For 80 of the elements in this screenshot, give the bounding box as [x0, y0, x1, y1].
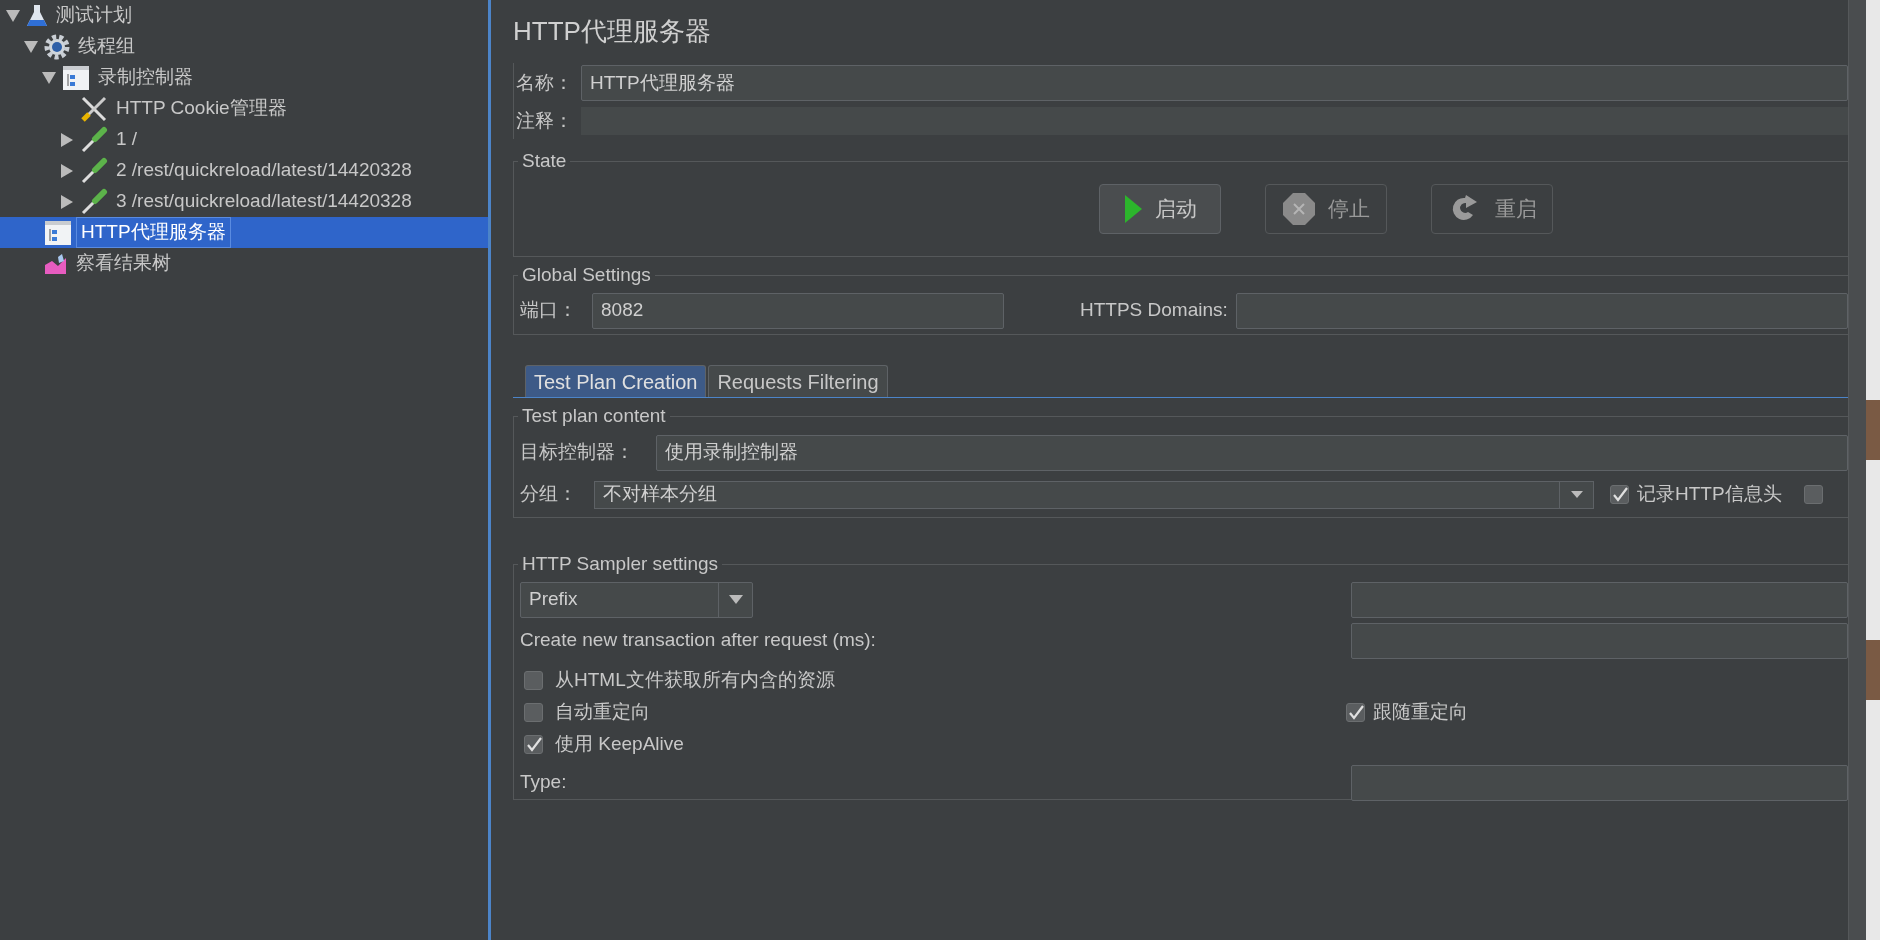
expanded-triangle-icon[interactable] — [42, 71, 56, 84]
checkbox[interactable] — [1610, 485, 1629, 504]
https-domains-field[interactable] — [1235, 292, 1848, 329]
grouping-dropdown[interactable]: 不对样本分组 — [594, 480, 1594, 509]
checkmark-icon — [525, 736, 542, 753]
option-label: 使用 KeepAlive — [555, 732, 684, 757]
checkmark-icon — [1611, 486, 1628, 503]
pipette-icon — [80, 187, 108, 216]
tree-item[interactable]: 录制控制器 — [0, 62, 488, 93]
controller-icon — [44, 219, 72, 246]
target-controller-label: 目标控制器： — [520, 440, 635, 465]
tree-item[interactable]: 线程组 — [0, 31, 488, 62]
transaction-field[interactable] — [1351, 622, 1848, 659]
collapsed-triangle-icon[interactable] — [61, 132, 73, 147]
tree-item-label: 2 /rest/quickreload/latest/14420328 — [115, 158, 413, 183]
tree-item-label: 线程组 — [77, 34, 136, 59]
grouping-label: 分组： — [520, 482, 578, 507]
comment-label: 注释： — [516, 108, 573, 133]
expanded-triangle-icon[interactable] — [24, 40, 38, 53]
tree-item-label: 察看结果树 — [75, 251, 172, 276]
name-label: 名称： — [516, 70, 573, 95]
checkbox[interactable] — [524, 735, 543, 754]
port-field[interactable]: 8082 — [592, 292, 1004, 329]
tree-item[interactable]: 测试计划 — [0, 0, 488, 31]
tab[interactable]: Requests Filtering — [708, 365, 888, 397]
type-label: Type: — [520, 770, 567, 795]
type-field[interactable] — [1351, 764, 1848, 801]
target-controller-field[interactable]: 使用录制控制器 — [656, 434, 1848, 471]
group-title: HTTP Sampler settings — [521, 552, 720, 576]
tree-item[interactable]: 1 / — [0, 124, 488, 155]
caret-icon — [1570, 491, 1583, 498]
tree-item[interactable]: 3 /rest/quickreload/latest/14420328 — [0, 186, 488, 217]
https-domains-label: HTTPS Domains: — [1080, 298, 1228, 323]
prefix-field[interactable] — [1351, 581, 1848, 618]
tree-item-label: 录制控制器 — [97, 65, 194, 90]
follow-redirects-label: 跟随重定向 — [1373, 700, 1468, 725]
checkbox[interactable] — [1803, 485, 1823, 504]
play-icon — [1123, 193, 1143, 224]
controller-icon — [62, 64, 90, 91]
option-label: 自动重定向 — [555, 700, 650, 725]
caret-icon — [728, 595, 743, 604]
naming-dropdown[interactable]: Prefix — [520, 581, 753, 618]
tree-item[interactable]: 2 /rest/quickreload/latest/14420328 — [0, 155, 488, 186]
checkbox[interactable] — [524, 671, 543, 690]
tree-item-label: 测试计划 — [55, 3, 133, 28]
tree-item-label: HTTP代理服务器 — [76, 217, 231, 248]
tab[interactable]: Test Plan Creation — [525, 365, 707, 397]
state-button[interactable]: 启动 — [1099, 183, 1221, 234]
checkbox[interactable] — [524, 703, 543, 722]
expanded-triangle-icon[interactable] — [6, 9, 20, 22]
tree-item-label: 3 /rest/quickreload/latest/14420328 — [115, 189, 413, 214]
checkbox[interactable] — [1346, 703, 1365, 722]
chart-icon — [44, 252, 68, 275]
tree-item[interactable]: HTTP代理服务器 — [0, 217, 488, 248]
tree-item[interactable]: 察看结果树 — [0, 248, 488, 279]
option-label: 从HTML文件获取所有内含的资源 — [555, 668, 835, 693]
tree-item[interactable]: HTTP Cookie管理器 — [0, 93, 488, 124]
collapsed-triangle-icon[interactable] — [61, 163, 73, 178]
photo-placeholder — [1866, 400, 1880, 460]
scrollbar[interactable] — [1848, 0, 1866, 940]
group-title: Test plan content — [521, 404, 667, 428]
pipette-icon — [80, 125, 108, 154]
record-headers-label: 记录HTTP信息头 — [1637, 482, 1782, 507]
transaction-label: Create new transaction after request (ms): — [520, 628, 876, 653]
tools-icon — [80, 94, 108, 123]
port-label: 端口： — [520, 298, 578, 323]
stop-icon — [1282, 191, 1316, 226]
name-field[interactable]: HTTP代理服务器 — [581, 65, 1848, 101]
photo-placeholder — [1866, 640, 1880, 700]
comment-field[interactable] — [581, 107, 1848, 135]
tree-item-label: 1 / — [115, 127, 139, 152]
group-title: State — [521, 149, 568, 173]
collapsed-triangle-icon[interactable] — [61, 194, 73, 209]
tree-item-label: HTTP Cookie管理器 — [115, 96, 288, 121]
panel-title: HTTP代理服务器 — [513, 15, 712, 48]
gear-icon — [44, 33, 70, 60]
flask-icon — [26, 3, 48, 28]
checkmark-icon — [1347, 704, 1364, 721]
group-title: Global Settings — [521, 263, 652, 287]
pipette-icon — [80, 156, 108, 185]
